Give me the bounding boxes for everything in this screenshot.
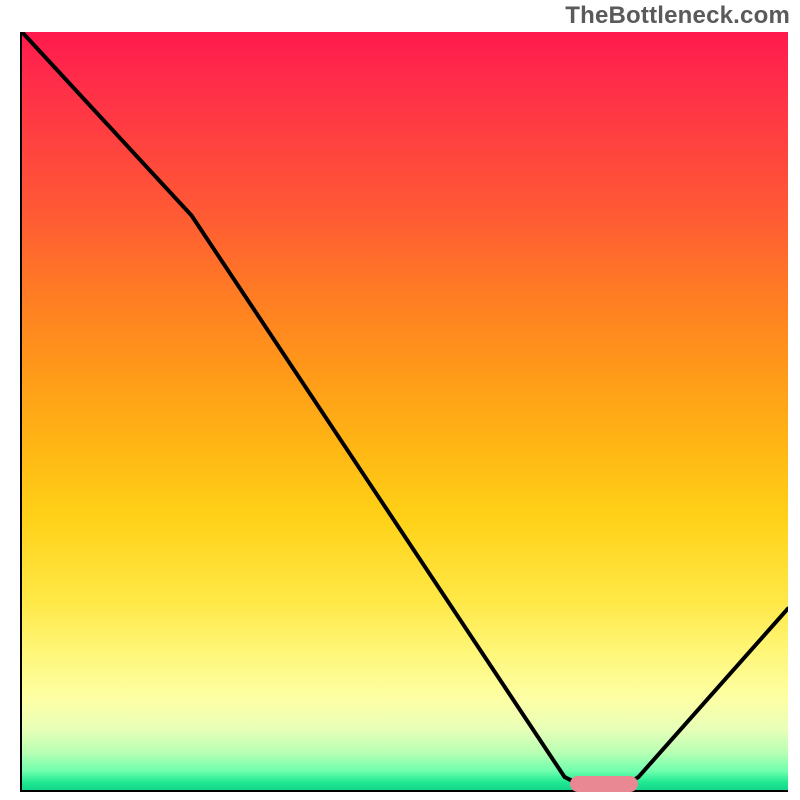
curve-path bbox=[22, 32, 788, 784]
watermark-text: TheBottleneck.com bbox=[565, 2, 790, 30]
plot-area bbox=[20, 32, 788, 792]
optimum-marker bbox=[570, 776, 638, 792]
bottleneck-curve bbox=[22, 32, 788, 790]
chart-canvas: TheBottleneck.com bbox=[0, 0, 800, 800]
